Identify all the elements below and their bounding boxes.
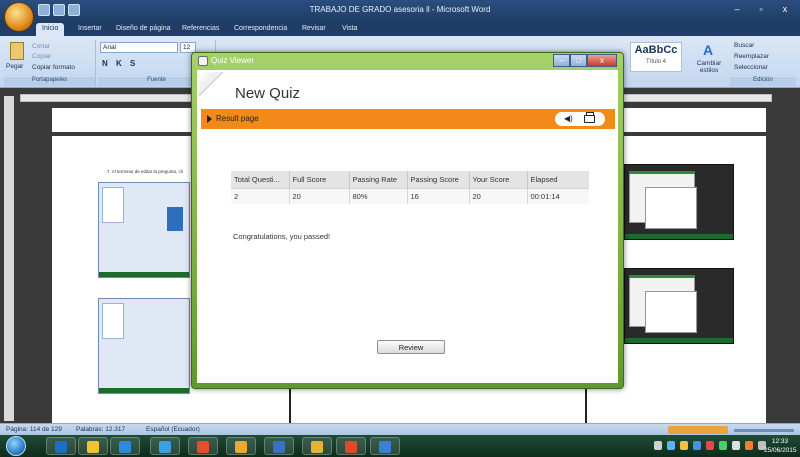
style-titulo-4[interactable]: AaBbCc Título 4	[630, 42, 682, 72]
word-restore-button[interactable]: ▫	[750, 2, 772, 16]
system-tray[interactable]	[654, 441, 766, 450]
taskbar-app-6[interactable]	[226, 437, 256, 455]
taskbar-app-8[interactable]	[302, 437, 332, 455]
tab-referencias[interactable]: Referencias	[176, 23, 225, 36]
status-word-count[interactable]: Palabras: 12.317	[76, 426, 125, 433]
clock-time: 12:33	[771, 438, 789, 445]
document-frame	[289, 386, 587, 423]
cell-passing-score: 16	[407, 188, 470, 204]
screenshot-quiz-maker-2	[98, 298, 190, 394]
quiz-title: New Quiz	[235, 85, 301, 102]
paste-icon[interactable]	[10, 42, 24, 60]
taskbar-app-1[interactable]	[46, 437, 76, 455]
office-button[interactable]	[4, 2, 34, 32]
header-full-score: Full Score	[289, 171, 350, 189]
print-icon[interactable]	[584, 112, 595, 123]
word-window-title: TRABAJO DE GRADO asesoria ll - Microsoft…	[309, 5, 491, 14]
header-total-questions: Total Questi...	[231, 171, 290, 189]
table-row: 2 20 80% 16 20 00:01:14	[231, 188, 589, 204]
word-close-button[interactable]: x	[774, 2, 796, 16]
find-button[interactable]: Buscar	[734, 42, 754, 49]
header-passing-rate: Passing Rate	[349, 171, 408, 189]
taskbar-app-2[interactable]	[78, 437, 108, 455]
cell-total-questions: 2	[231, 188, 290, 204]
score-table: Total Questi... Full Score Passing Rate …	[231, 171, 589, 204]
result-page-label: Result page	[216, 114, 259, 123]
header-passing-score: Passing Score	[407, 171, 470, 189]
style-preview: AaBbCc	[634, 44, 678, 56]
document-step-text: 7. Al terminar de editar la pregunta, cl…	[107, 169, 183, 174]
header-your-score: Your Score	[469, 171, 528, 189]
quiz-viewer-title: Quiz Viewer	[211, 56, 254, 65]
taskbar-app-9[interactable]	[336, 437, 366, 455]
quiz-viewer-app-icon	[198, 56, 208, 66]
view-buttons[interactable]	[668, 426, 728, 434]
replace-button[interactable]: Reemplazar	[734, 53, 769, 60]
paste-button[interactable]: Pegar	[6, 63, 23, 70]
page-curl-icon	[199, 72, 223, 96]
taskbar-app-5[interactable]	[188, 437, 218, 455]
maximize-button[interactable]: □	[570, 54, 587, 67]
style-name: Título 4	[645, 59, 666, 65]
result-message: Congratulations, you passed!	[233, 232, 331, 241]
status-page-count[interactable]: Página: 114 de 129	[6, 426, 62, 433]
tab-vista[interactable]: Vista	[336, 23, 363, 36]
word-status-bar: Página: 114 de 129 Palabras: 12.317 Espa…	[0, 423, 800, 435]
word-title-bar: TRABAJO DE GRADO asesoria ll - Microsoft…	[0, 0, 800, 22]
minimize-button[interactable]: –	[553, 54, 570, 67]
quiz-viewer-content: New Quiz Result page ◀) Total Questi... …	[197, 70, 618, 383]
editing-group: Buscar Reemplazar Seleccionar Edición	[730, 40, 796, 86]
cell-passing-rate: 80%	[349, 188, 408, 204]
cell-your-score: 20	[469, 188, 528, 204]
vertical-ruler	[4, 96, 14, 421]
review-button[interactable]: Review	[377, 340, 445, 354]
start-button[interactable]	[6, 436, 26, 456]
format-buttons[interactable]: N K S	[102, 59, 138, 68]
cell-full-score: 20	[289, 188, 350, 204]
close-button[interactable]: x	[587, 54, 617, 67]
quiz-viewer-title-bar[interactable]: Quiz Viewer – □ x	[192, 53, 623, 69]
taskbar-app-7[interactable]	[264, 437, 294, 455]
clock-date: 25/06/2015	[764, 447, 797, 454]
taskbar-clock[interactable]: 12:33 25/06/2015	[764, 437, 797, 455]
ribbon-tabs: Inicio Insertar Diseño de página Referen…	[0, 22, 800, 36]
select-button[interactable]: Seleccionar	[734, 64, 768, 71]
tab-insertar[interactable]: Insertar	[72, 23, 108, 36]
change-styles-button[interactable]: A Cambiar estilos	[690, 42, 726, 82]
arrow-right-icon	[207, 115, 212, 123]
taskbar-app-4[interactable]	[150, 437, 180, 455]
result-bar: Result page ◀)	[201, 109, 615, 129]
format-painter-button[interactable]: Copiar formato	[32, 64, 75, 71]
tab-diseno-de-pagina[interactable]: Diseño de página	[110, 23, 177, 36]
clipboard-group-label: Portapapeles	[4, 77, 95, 86]
quiz-viewer-window: Quiz Viewer – □ x New Quiz Result page ◀…	[191, 52, 624, 389]
taskbar: 12:33 25/06/2015	[0, 435, 800, 457]
tab-inicio[interactable]: Inicio	[36, 23, 65, 36]
change-styles-label: Cambiar estilos	[696, 60, 722, 74]
screenshot-quiz-viewer-2	[624, 268, 734, 344]
cut-button[interactable]: Cortar	[32, 43, 50, 50]
editing-group-label: Edición	[730, 77, 796, 86]
cell-elapsed: 00:01:14	[527, 188, 589, 204]
font-name-select[interactable]: Arial	[100, 42, 178, 53]
tab-correspondencia[interactable]: Correspondencia	[228, 23, 293, 36]
taskbar-app-3[interactable]	[110, 437, 140, 455]
status-language[interactable]: Español (Ecuador)	[146, 426, 200, 433]
header-elapsed: Elapsed	[527, 171, 589, 189]
score-table-header: Total Questi... Full Score Passing Rate …	[231, 171, 589, 189]
result-tools: ◀)	[555, 112, 605, 126]
zoom-slider[interactable]	[734, 429, 794, 432]
tab-revisar[interactable]: Revisar	[296, 23, 332, 36]
copy-button[interactable]: Copiar	[32, 53, 51, 60]
speaker-icon[interactable]: ◀)	[564, 115, 576, 123]
taskbar-app-10[interactable]	[370, 437, 400, 455]
clipboard-group: Pegar Cortar Copiar Copiar formato Porta…	[4, 40, 96, 86]
screenshot-quiz-viewer-1	[624, 164, 734, 240]
word-minimize-button[interactable]: –	[726, 2, 748, 16]
screenshot-quiz-maker-1	[98, 182, 190, 278]
